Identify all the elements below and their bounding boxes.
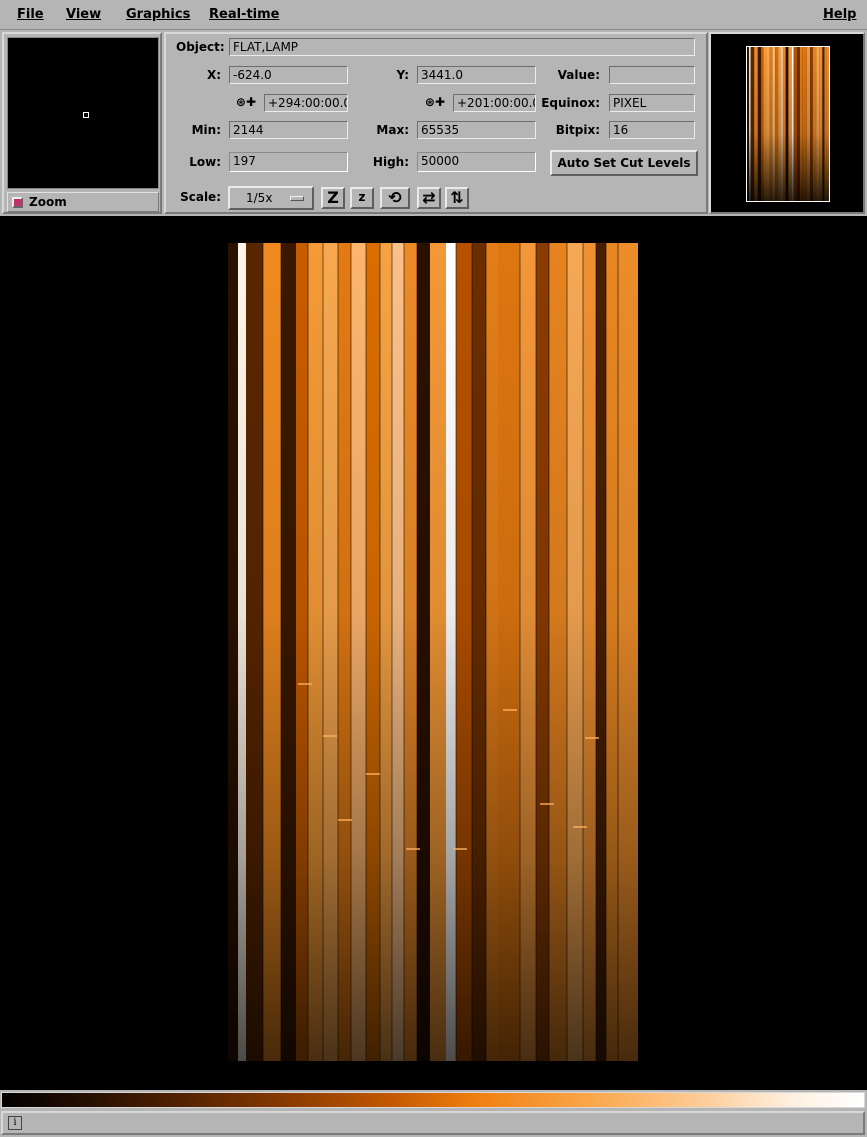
option-menu-indicator-icon bbox=[290, 196, 304, 201]
high-input[interactable]: 50000 bbox=[417, 152, 536, 172]
zoom-panel: Zoom bbox=[2, 32, 162, 214]
zoom-checkbox[interactable] bbox=[12, 197, 23, 208]
y-field[interactable]: 3441.0 bbox=[417, 66, 536, 84]
high-label: High: bbox=[372, 155, 409, 169]
menu-file[interactable]: File bbox=[17, 7, 44, 22]
object-label: Object: bbox=[176, 40, 225, 54]
scale-menu-button[interactable]: 1/5x bbox=[228, 186, 314, 210]
flip-x-icon[interactable]: ⇄ bbox=[417, 187, 441, 209]
scale-label: Scale: bbox=[180, 190, 221, 204]
menu-realtime[interactable]: Real-time bbox=[209, 7, 279, 22]
info-icon[interactable]: i bbox=[8, 1116, 22, 1130]
colormap-bar[interactable] bbox=[1, 1092, 865, 1108]
bitpix-field[interactable]: 16 bbox=[609, 121, 695, 139]
ra-symbol-icon: ⊛✚ bbox=[235, 95, 256, 109]
y-label: Y: bbox=[396, 68, 409, 82]
x-label: X: bbox=[206, 68, 221, 82]
panner-image bbox=[747, 47, 829, 201]
equinox-label: Equinox: bbox=[541, 96, 600, 110]
menu-graphics-label: Graphics bbox=[126, 7, 191, 22]
menu-bar: File View Graphics Real-time Help bbox=[0, 0, 867, 30]
menu-realtime-label: Real-time bbox=[209, 7, 280, 22]
menu-view-label: View bbox=[66, 7, 102, 22]
zoom-in-icon[interactable]: Z bbox=[321, 187, 345, 209]
object-field[interactable]: FLAT,LAMP bbox=[229, 38, 695, 56]
scale-value: 1/5x bbox=[246, 191, 273, 205]
bitpix-label: Bitpix: bbox=[555, 123, 600, 137]
min-label: Min: bbox=[191, 123, 221, 137]
auto-set-cut-levels-button[interactable]: Auto Set Cut Levels bbox=[550, 150, 698, 176]
value-label: Value: bbox=[557, 68, 600, 82]
menu-help-label: Help bbox=[823, 7, 857, 22]
x-field[interactable]: -624.0 bbox=[229, 66, 348, 84]
panner-thumbnail[interactable] bbox=[746, 46, 830, 202]
image-canvas[interactable] bbox=[0, 216, 867, 1090]
menu-graphics[interactable]: Graphics bbox=[126, 7, 190, 22]
zoom-cursor-marker bbox=[83, 112, 89, 118]
zoom-view[interactable] bbox=[7, 37, 159, 189]
ra-field[interactable]: +294:00:00.00 bbox=[264, 94, 348, 112]
dec-symbol-icon: ⊛✚ bbox=[424, 95, 445, 109]
menu-view[interactable]: View bbox=[66, 7, 101, 22]
flat-lamp-image bbox=[228, 243, 638, 1061]
zoom-out-icon[interactable]: z bbox=[350, 187, 374, 209]
skycat-window: File View Graphics Real-time Help Zoom O… bbox=[0, 0, 867, 1137]
low-input[interactable]: 197 bbox=[229, 152, 348, 172]
zoom-toggle[interactable]: Zoom bbox=[7, 192, 159, 212]
value-field[interactable] bbox=[609, 66, 695, 84]
equinox-field[interactable]: PIXEL bbox=[609, 94, 695, 112]
panner-panel[interactable] bbox=[709, 32, 865, 214]
min-field[interactable]: 2144 bbox=[229, 121, 348, 139]
flip-y-icon[interactable]: ⇅ bbox=[445, 187, 469, 209]
info-panel: Object: FLAT,LAMP X: -624.0 Y: 3441.0 Va… bbox=[164, 32, 708, 214]
menu-help[interactable]: Help bbox=[823, 7, 856, 22]
spectral-flat-image bbox=[228, 243, 638, 1061]
max-field[interactable]: 65535 bbox=[417, 121, 536, 139]
low-label: Low: bbox=[189, 155, 221, 169]
max-label: Max: bbox=[376, 123, 409, 137]
rotate-icon[interactable]: ⟲ bbox=[380, 187, 410, 209]
dec-field[interactable]: +201:00:00.00 bbox=[453, 94, 536, 112]
menu-file-label: File bbox=[17, 7, 44, 22]
status-bar: i bbox=[1, 1111, 865, 1135]
zoom-label: Zoom bbox=[29, 195, 67, 209]
